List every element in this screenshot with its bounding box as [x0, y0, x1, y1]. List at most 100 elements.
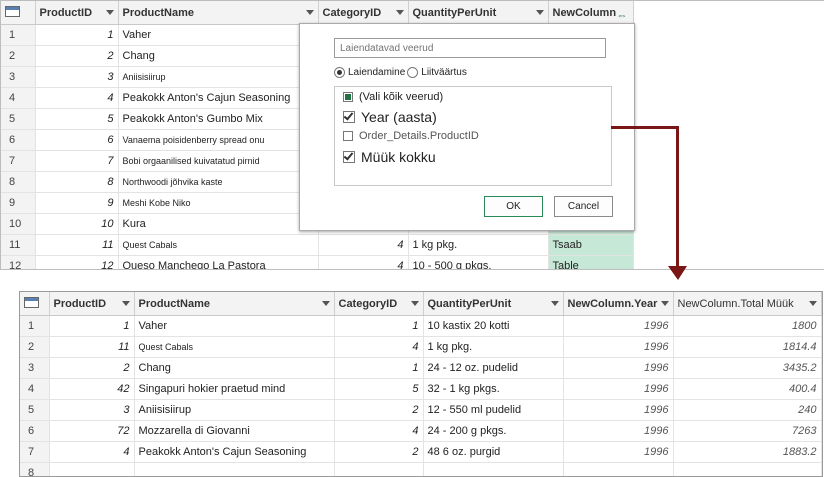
cell-quantityperunit: [423, 463, 563, 477]
column-header-productname[interactable]: ProductName: [134, 292, 334, 316]
cell-productid: 4: [35, 88, 118, 109]
row-number: 1: [1, 25, 35, 46]
column-header-newcolumn-year[interactable]: NewColumn.Year: [563, 292, 673, 316]
chevron-down-icon[interactable]: [106, 10, 114, 15]
cell-quantityperunit: 1 kg pkg.: [408, 235, 548, 256]
column-header-quantityperunit[interactable]: QuantityPerUnit: [423, 292, 563, 316]
cell-categoryid: 1: [334, 316, 423, 337]
chevron-down-icon[interactable]: [536, 10, 544, 15]
table-menu-icon[interactable]: [20, 292, 49, 316]
checkbox-productid[interactable]: [343, 131, 353, 141]
table-row[interactable]: 53Aniisisiirup212 - 550 ml pudelid199624…: [20, 400, 821, 421]
cell-newcolumn-total: 3435.2: [673, 358, 821, 379]
cell-newcolumn-year: 1996: [563, 379, 673, 400]
table-row[interactable]: 1212Queso Manchego La Pastora410 - 500 g…: [1, 256, 633, 271]
cell-newcolumn: Tsaab: [548, 235, 633, 256]
column-header-categoryid[interactable]: CategoryID: [334, 292, 423, 316]
chevron-down-icon[interactable]: [122, 301, 130, 306]
cell-categoryid: 4: [334, 421, 423, 442]
cell-productname: Quest Cabals: [134, 337, 334, 358]
row-number: 3: [1, 67, 35, 88]
column-header-newcolumn[interactable]: NewColumn⇔: [548, 1, 633, 25]
cell-productid: 12: [35, 256, 118, 271]
cell-productname: Aniisisiirup: [134, 400, 334, 421]
cell-newcolumn-total: 1800: [673, 316, 821, 337]
chevron-down-icon[interactable]: [306, 10, 314, 15]
row-number: 8: [1, 172, 35, 193]
table-row[interactable]: 442Singapuri hokier praetud mind532 - 1 …: [20, 379, 821, 400]
cell-productname: Vaher: [134, 316, 334, 337]
cell-newcolumn-year: 1996: [563, 400, 673, 421]
cell-productid: 11: [35, 235, 118, 256]
table-row[interactable]: 211Quest Cabals41 kg pkg.19961814.4: [20, 337, 821, 358]
table-row[interactable]: 11Vaher110 kastix 20 kotti19961800: [20, 316, 821, 337]
chevron-down-icon[interactable]: [551, 301, 559, 306]
row-number: 3: [20, 358, 49, 379]
column-checklist: (Vali kõik veerud) Year (aasta) Order_De…: [334, 86, 612, 186]
select-all-item[interactable]: (Vali kõik veerud): [343, 91, 443, 103]
flow-arrow-horizontal: [611, 126, 679, 129]
cell-productid: 10: [35, 214, 118, 235]
cell-quantityperunit: 24 - 12 oz. pudelid: [423, 358, 563, 379]
cancel-button[interactable]: Cancel: [554, 196, 613, 217]
table-row[interactable]: 8: [20, 463, 821, 477]
cell-productid: 1: [35, 25, 118, 46]
chevron-down-icon[interactable]: [396, 10, 404, 15]
chevron-down-icon[interactable]: [809, 301, 817, 306]
row-number: 2: [1, 46, 35, 67]
checkbox-total[interactable]: [343, 151, 355, 163]
column-item-productid[interactable]: Order_Details.ProductID: [343, 130, 479, 142]
select-all-checkbox[interactable]: [343, 92, 353, 102]
column-label-year: Year (aasta): [361, 109, 437, 125]
expand-columns-icon[interactable]: ⇔: [617, 6, 628, 25]
cell-quantityperunit: 48 6 oz. purgid: [423, 442, 563, 463]
table-menu-icon[interactable]: [1, 1, 35, 25]
table-row[interactable]: 74Peakokk Anton's Cajun Seasoning248 6 o…: [20, 442, 821, 463]
cell-productid: 72: [49, 421, 134, 442]
table-row[interactable]: 32Chang124 - 12 oz. pudelid19963435.2: [20, 358, 821, 379]
cell-productname: Aniisisiirup: [118, 67, 318, 88]
column-header-productid[interactable]: ProductID: [35, 1, 118, 25]
radio-aggregate[interactable]: [407, 67, 418, 78]
chevron-down-icon[interactable]: [661, 301, 669, 306]
cell-productname: Chang: [134, 358, 334, 379]
row-number: 8: [20, 463, 49, 477]
radio-expand-label: Laiendamine: [348, 67, 405, 78]
cell-newcolumn-year: 1996: [563, 316, 673, 337]
row-number: 7: [20, 442, 49, 463]
chevron-down-icon[interactable]: [411, 301, 419, 306]
cell-categoryid: 1: [334, 358, 423, 379]
search-columns-input[interactable]: [334, 38, 606, 58]
cell-newcolumn: Table: [548, 256, 633, 271]
column-item-total[interactable]: Müük kokku: [343, 149, 436, 165]
column-header-categoryid[interactable]: CategoryID: [318, 1, 408, 25]
cell-quantityperunit: 24 - 200 g pkgs.: [423, 421, 563, 442]
flow-arrow-vertical: [676, 126, 679, 268]
column-header-newcolumn-total[interactable]: NewColumn.Total Müük: [673, 292, 821, 316]
cell-newcolumn-total: [673, 463, 821, 477]
cell-categoryid: 4: [334, 337, 423, 358]
cell-productname: Kura: [118, 214, 318, 235]
arrow-down-icon: [668, 266, 687, 280]
chevron-down-icon[interactable]: [322, 301, 330, 306]
table-row[interactable]: 1111Quest Cabals41 kg pkg.Tsaab: [1, 235, 633, 256]
cell-newcolumn-year: 1996: [563, 421, 673, 442]
cell-newcolumn-year: 1996: [563, 337, 673, 358]
cell-productid: 42: [49, 379, 134, 400]
cell-quantityperunit: 12 - 550 ml pudelid: [423, 400, 563, 421]
ok-button[interactable]: OK: [484, 196, 543, 217]
cell-productid: 2: [35, 46, 118, 67]
cell-newcolumn-year: 1996: [563, 442, 673, 463]
cell-productname: Peakokk Anton's Gumbo Mix: [118, 109, 318, 130]
table-row[interactable]: 672Mozzarella di Giovanni424 - 200 g pkg…: [20, 421, 821, 442]
column-header-quantityperunit[interactable]: QuantityPerUnit: [408, 1, 548, 25]
row-number: 4: [20, 379, 49, 400]
radio-expand[interactable]: [334, 67, 345, 78]
column-header-productid[interactable]: ProductID: [49, 292, 134, 316]
column-item-year[interactable]: Year (aasta): [343, 109, 437, 125]
cell-productname: Vanaema poisidenberry spread onu: [118, 130, 318, 151]
column-header-productname[interactable]: ProductName: [118, 1, 318, 25]
cell-categoryid: 2: [334, 400, 423, 421]
checkbox-year[interactable]: [343, 111, 355, 123]
cell-productname: Mozzarella di Giovanni: [134, 421, 334, 442]
